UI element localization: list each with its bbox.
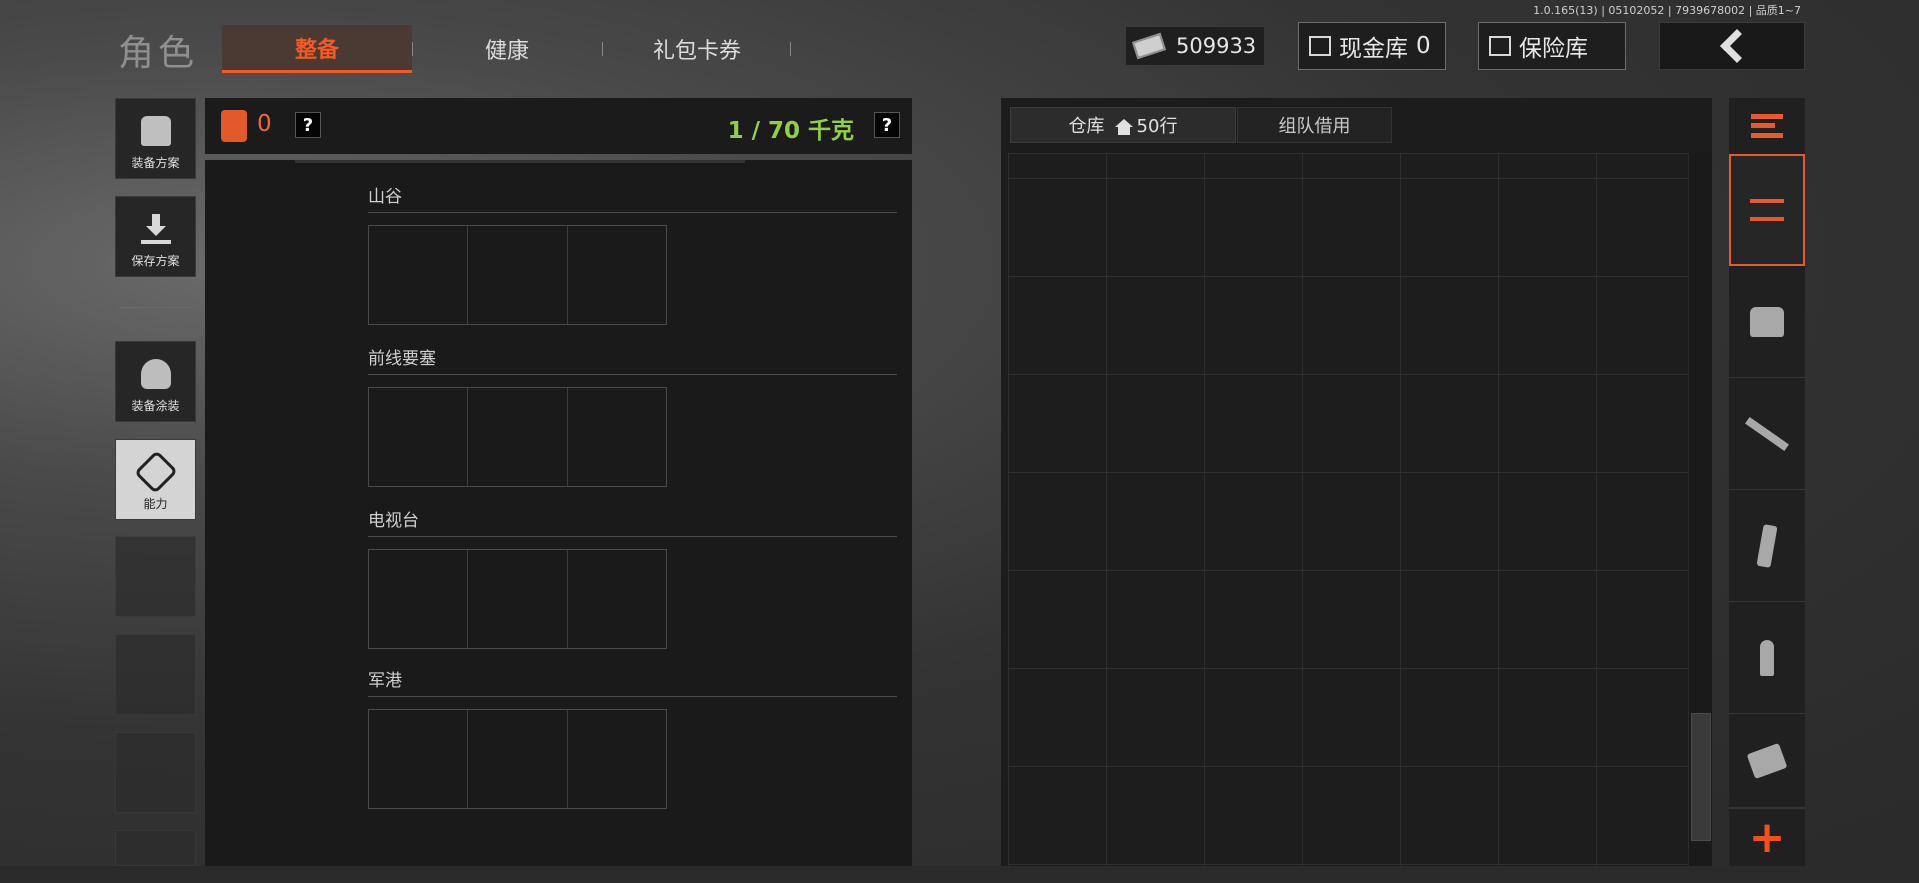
filter-all[interactable]	[1729, 154, 1805, 266]
section-title-naval-port: 军港	[368, 671, 402, 691]
magazine-icon	[1756, 523, 1778, 568]
weight-capacity: 1 / 70 千克	[727, 118, 854, 144]
safe-button[interactable]: 保险库	[1478, 22, 1626, 70]
slot-cell[interactable]	[369, 710, 469, 808]
save-plan-button[interactable]: 保存方案	[115, 196, 196, 277]
slot-cell[interactable]	[468, 550, 568, 648]
filter-armor[interactable]	[1729, 266, 1805, 378]
section-title-front-fortress: 前线要塞	[368, 349, 436, 369]
ammo-icon	[1760, 639, 1774, 676]
rifle-icon	[1745, 416, 1789, 451]
warehouse-panel: 仓库 50行 组队借用	[1001, 98, 1712, 866]
filter-ammo[interactable]	[1729, 602, 1805, 714]
section-divider	[368, 536, 897, 537]
ability-icon	[133, 450, 178, 494]
empty-sidebar-slot	[115, 732, 196, 813]
home-icon	[1114, 119, 1133, 135]
sort-layers-icon	[1751, 114, 1783, 138]
warehouse-tab-label: 仓库	[1068, 116, 1105, 137]
slot-cell[interactable]	[468, 226, 568, 324]
slot-cell[interactable]	[568, 226, 666, 324]
empty-sidebar-slot	[115, 634, 196, 715]
currency-display: 509933	[1126, 27, 1264, 65]
slot-cell[interactable]	[468, 388, 568, 486]
cash-vault-label: 现金库	[1339, 36, 1408, 62]
scrollbar-thumb[interactable]	[1691, 713, 1711, 841]
sidebar-item-label: 装备涂装	[131, 399, 180, 413]
add-button[interactable]: +	[1729, 808, 1805, 866]
safe-label: 保险库	[1519, 36, 1588, 62]
tab-team-borrow[interactable]: 组队借用	[1237, 107, 1392, 143]
loadout-plan-button[interactable]: 装备方案	[115, 98, 196, 179]
filter-magazines[interactable]	[1729, 490, 1805, 602]
bag-count: 0	[257, 111, 272, 137]
slot-cell[interactable]	[568, 550, 666, 648]
warehouse-rows-label: 50行	[1136, 116, 1178, 137]
tab-warehouse[interactable]: 仓库 50行	[1010, 107, 1236, 143]
slot-cell[interactable]	[568, 388, 666, 486]
tab-divider	[790, 42, 791, 56]
bottom-strip	[0, 866, 1919, 883]
warehouse-scrollbar[interactable]	[1688, 153, 1712, 866]
tab-equip[interactable]: 整备	[222, 25, 412, 73]
sidebar-divider	[118, 307, 192, 308]
section-title-valley: 山谷	[368, 187, 402, 207]
cash-icon	[1131, 32, 1167, 60]
chevron-left-icon	[1720, 29, 1754, 63]
section-divider	[368, 212, 897, 213]
empty-sidebar-slot	[115, 536, 196, 617]
equipment-skin-button[interactable]: 装备涂装	[115, 341, 196, 422]
backpack-icon	[221, 110, 247, 142]
filter-column: +	[1729, 98, 1805, 866]
version-text: 1.0.165(13) | 05102052 | 7939678002 | 品质…	[1533, 4, 1801, 17]
armor-icon	[1750, 306, 1784, 337]
warehouse-grid[interactable]	[1008, 153, 1695, 866]
slot-grid-front-fortress[interactable]	[368, 387, 667, 487]
slot-cell[interactable]	[369, 226, 469, 324]
slot-grid-naval-port[interactable]	[368, 709, 667, 809]
slot-cell[interactable]	[369, 388, 469, 486]
loadout-header: 0 ? 1 / 70 千克 ?	[205, 98, 912, 154]
cash-vault-icon	[1309, 36, 1331, 56]
safe-icon	[1489, 36, 1511, 56]
slot-cell[interactable]	[468, 710, 568, 808]
section-title-tv-station: 电视台	[368, 511, 419, 531]
scope-icon	[1746, 742, 1788, 779]
sort-button[interactable]	[1729, 98, 1805, 154]
section-divider	[368, 696, 897, 697]
section-divider	[368, 374, 897, 375]
sidebar-item-label: 保存方案	[131, 254, 180, 268]
filter-weapons[interactable]	[1729, 378, 1805, 490]
panel-top-line	[295, 160, 745, 163]
empty-sidebar-slot	[115, 830, 196, 866]
slot-cell[interactable]	[568, 710, 666, 808]
filter-attachments[interactable]	[1729, 714, 1805, 808]
page-title: 角色	[118, 33, 199, 74]
helmet-icon	[140, 359, 171, 389]
weight-help-icon[interactable]: ?	[874, 112, 900, 138]
slot-grid-valley[interactable]	[368, 225, 667, 325]
cash-vault-value: 0	[1416, 33, 1431, 59]
tab-gift-coupons[interactable]: 礼包卡券	[602, 25, 792, 73]
sidebar-item-label: 能力	[143, 497, 168, 511]
slot-cell[interactable]	[369, 550, 469, 648]
cash-vault-button[interactable]: 现金库 0	[1298, 22, 1446, 70]
ability-button[interactable]: 能力	[115, 439, 196, 520]
vest-icon	[140, 116, 171, 146]
help-icon[interactable]: ?	[295, 112, 321, 138]
sidebar-item-label: 装备方案	[131, 156, 180, 170]
download-icon	[140, 214, 171, 244]
loadout-panel: 山谷 前线要塞 电视台 军港	[205, 160, 912, 866]
back-button[interactable]	[1659, 22, 1805, 70]
tab-health[interactable]: 健康	[412, 25, 602, 73]
currency-amount: 509933	[1176, 34, 1257, 58]
slot-grid-tv-station[interactable]	[368, 549, 667, 649]
layers-download-icon	[1750, 199, 1784, 221]
